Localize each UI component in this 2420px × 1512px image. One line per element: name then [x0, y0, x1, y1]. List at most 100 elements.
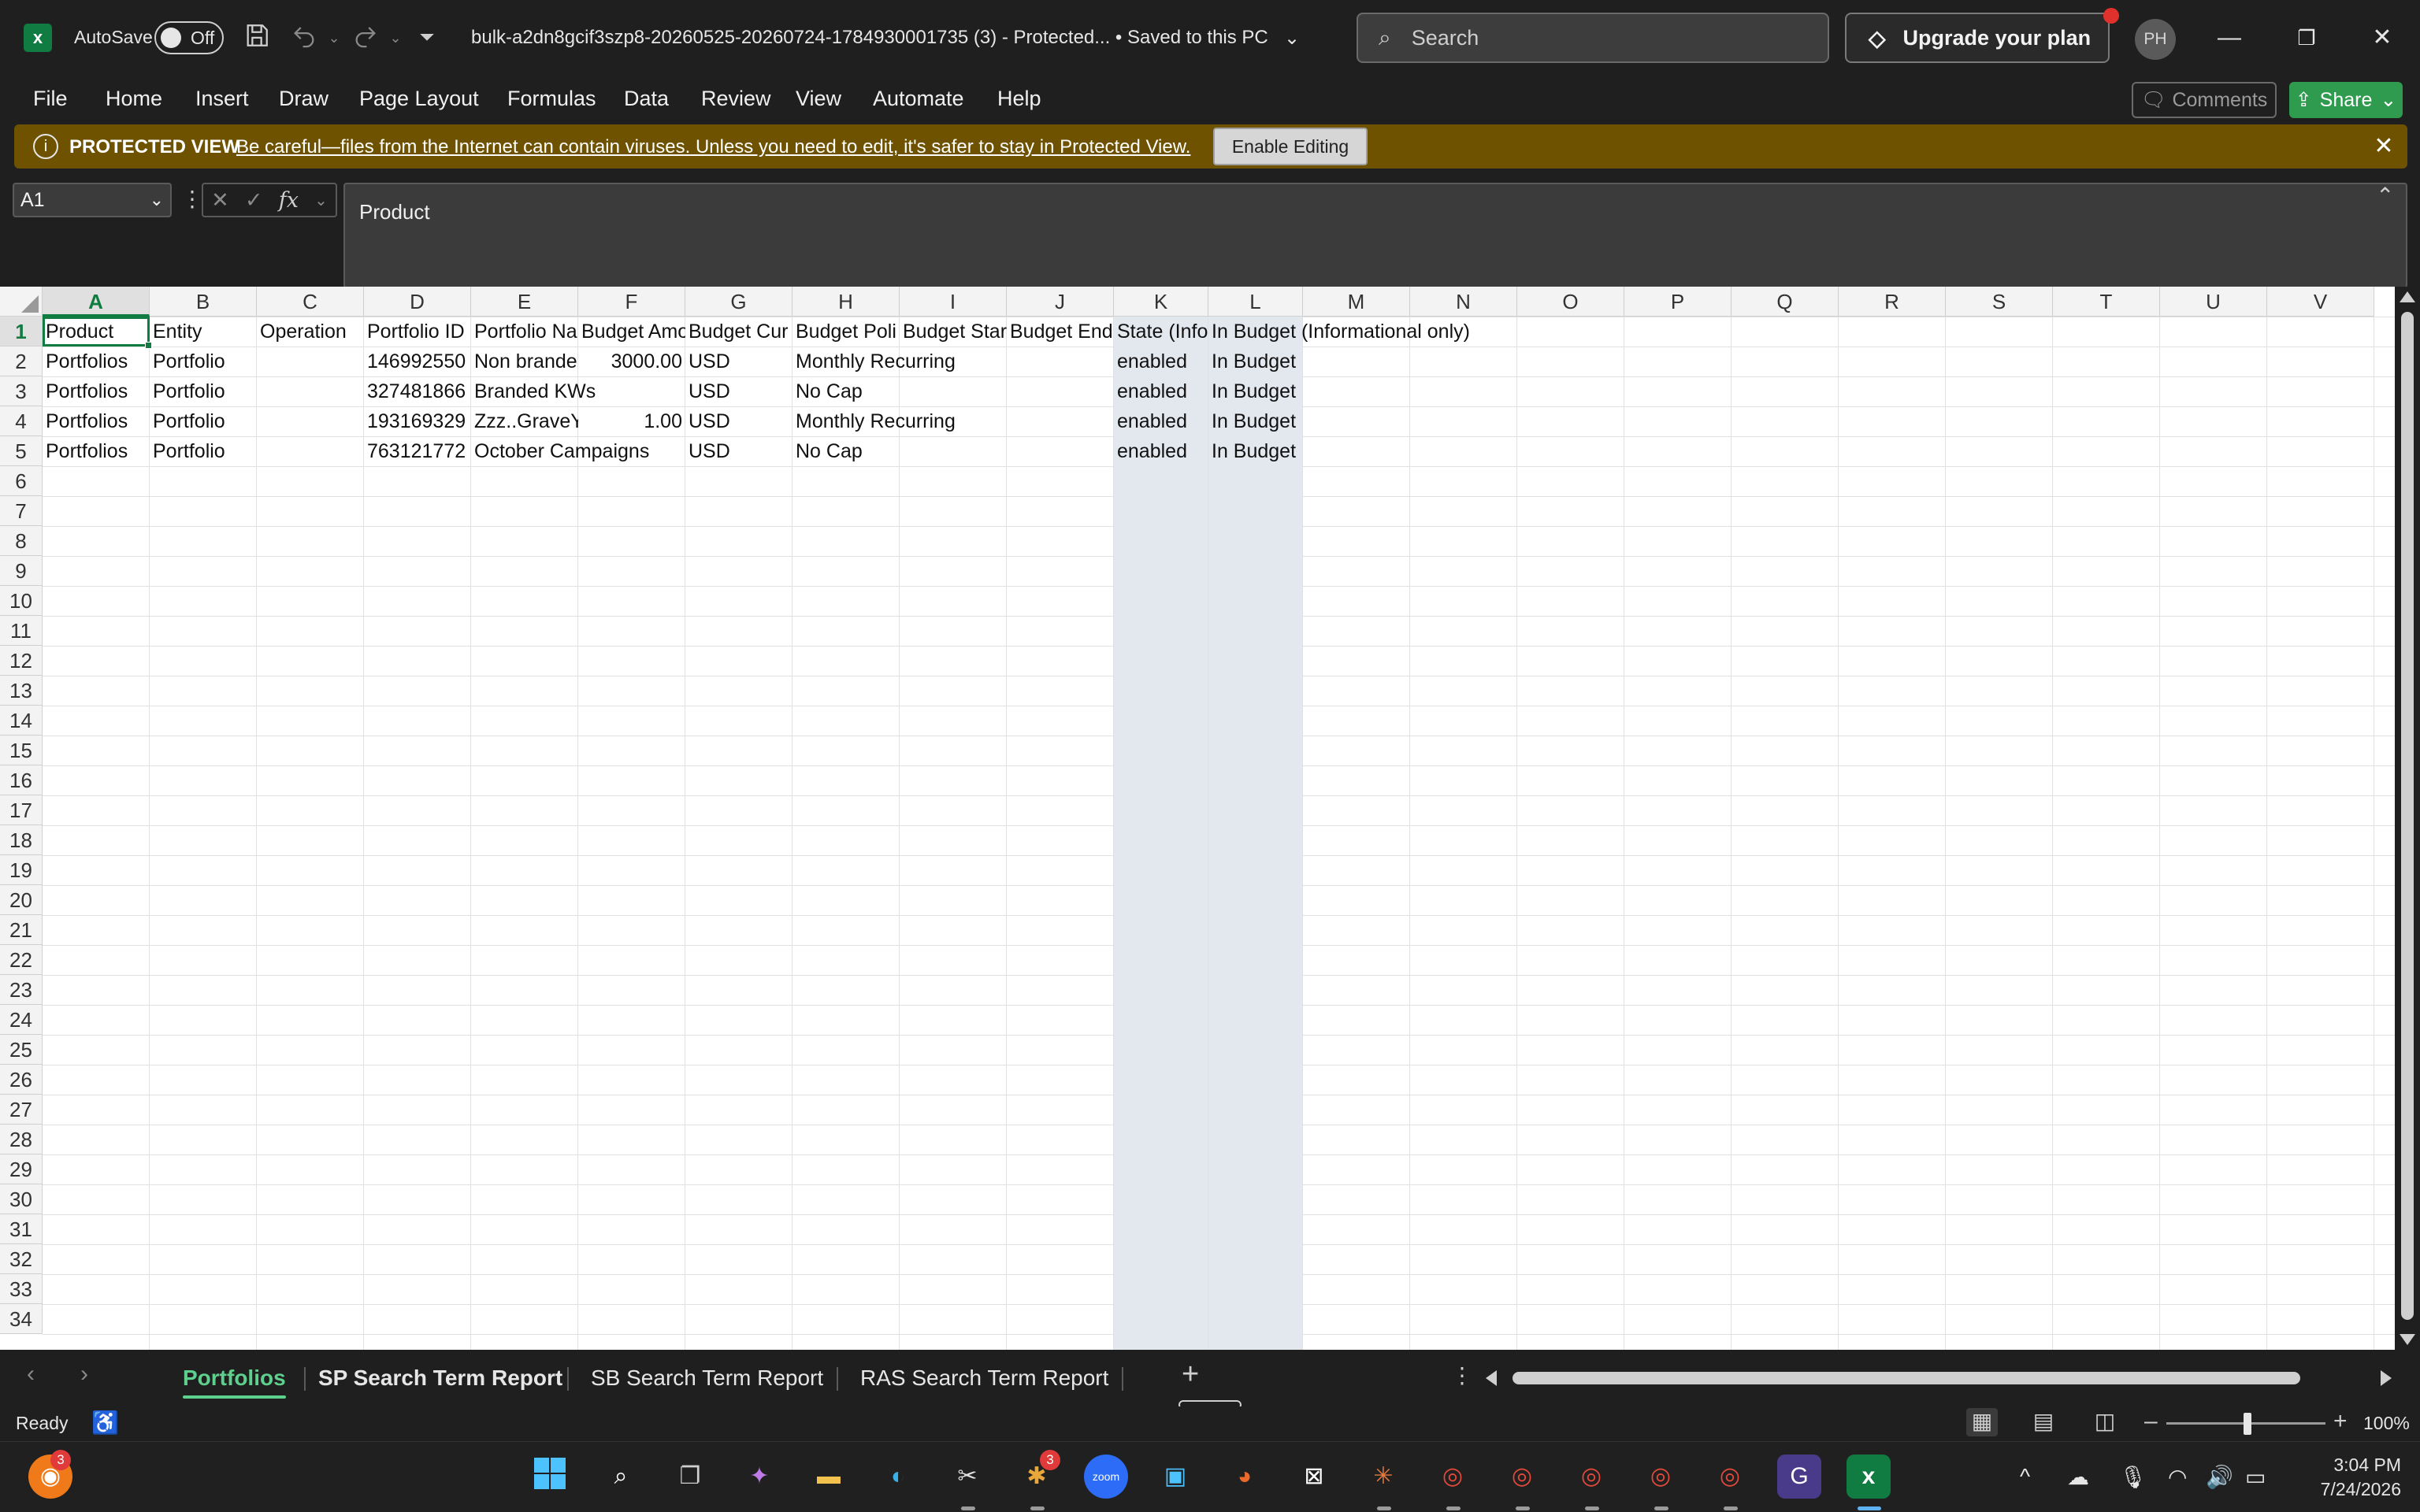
- data-cell[interactable]: 327481866: [364, 376, 471, 406]
- undo-icon[interactable]: [288, 22, 320, 54]
- start-icon[interactable]: [528, 1455, 572, 1499]
- battery-icon[interactable]: ▭: [2245, 1464, 2266, 1490]
- customize-toolbar-icon[interactable]: ⏷: [411, 22, 443, 54]
- tab-review[interactable]: Review: [701, 87, 771, 111]
- header-cell[interactable]: Budget Star: [900, 317, 1007, 346]
- header-cell[interactable]: Operation: [257, 317, 364, 346]
- normal-view-icon[interactable]: ▦: [1966, 1408, 1998, 1436]
- zoom-level[interactable]: 100%: [2363, 1413, 2410, 1434]
- data-cell[interactable]: enabled: [1114, 346, 1208, 376]
- data-cell[interactable]: USD: [685, 406, 792, 436]
- column-header-s[interactable]: S: [1946, 287, 2053, 317]
- scroll-down-icon[interactable]: [2400, 1334, 2415, 1345]
- data-cell[interactable]: 763121772: [364, 436, 471, 466]
- data-cell[interactable]: Zzz..GraveY: [471, 406, 578, 436]
- column-header-k[interactable]: K: [1114, 287, 1208, 317]
- data-cell[interactable]: Portfolios: [43, 376, 150, 406]
- data-cell[interactable]: Portfolio: [150, 406, 257, 436]
- column-header-p[interactable]: P: [1624, 287, 1731, 317]
- header-cell[interactable]: Portfolio ID: [364, 317, 471, 346]
- data-cell[interactable]: USD: [685, 346, 792, 376]
- task-view-icon[interactable]: ❐: [668, 1455, 712, 1499]
- search-input[interactable]: ⌕ Search: [1357, 13, 1829, 63]
- data-cell[interactable]: USD: [685, 376, 792, 406]
- header-cell[interactable]: Budget Amo: [578, 317, 685, 346]
- document-title[interactable]: bulk-a2dn8gcif3szp8-20260525-20260724-17…: [471, 27, 1268, 49]
- onedrive-icon[interactable]: ☁: [2067, 1464, 2089, 1490]
- store-icon[interactable]: ▣: [1153, 1455, 1197, 1499]
- column-header-e[interactable]: E: [471, 287, 578, 317]
- row-header-26[interactable]: 26: [0, 1065, 43, 1095]
- data-cell[interactable]: 3000.00: [578, 346, 685, 376]
- data-cell[interactable]: 1.00: [578, 406, 685, 436]
- chevron-down-icon[interactable]: ⌄: [314, 191, 328, 210]
- restore-icon[interactable]: ❐: [2283, 17, 2330, 58]
- tab-page-layout[interactable]: Page Layout: [359, 87, 479, 111]
- scroll-right-icon[interactable]: [2381, 1370, 2392, 1386]
- select-all-button[interactable]: [0, 287, 43, 317]
- horizontal-scrollbar[interactable]: [1486, 1366, 2392, 1391]
- excel-icon[interactable]: x: [1847, 1455, 1891, 1499]
- comments-button[interactable]: 🗨 Comments: [2132, 82, 2277, 118]
- column-header-v[interactable]: V: [2267, 287, 2374, 317]
- tab-data[interactable]: Data: [624, 87, 669, 111]
- row-header-23[interactable]: 23: [0, 975, 43, 1005]
- column-header-l[interactable]: L: [1208, 287, 1303, 317]
- data-cell[interactable]: Portfolios: [43, 346, 150, 376]
- clock[interactable]: 3:04 PM 7/24/2026: [2299, 1453, 2401, 1502]
- copilot-icon[interactable]: ✦: [737, 1455, 781, 1499]
- column-header-q[interactable]: Q: [1731, 287, 1839, 317]
- microphone-icon[interactable]: 🎙: [2119, 1464, 2147, 1490]
- enter-check-icon[interactable]: ✓: [245, 188, 263, 213]
- header-cell[interactable]: In Budget (Informational only): [1208, 317, 1470, 346]
- header-cell[interactable]: Budget Cur: [685, 317, 792, 346]
- row-header-8[interactable]: 8: [0, 526, 43, 556]
- chrome-profile-icon[interactable]: ◎: [1500, 1455, 1544, 1499]
- chevron-down-icon[interactable]: ⌄: [1284, 27, 1300, 50]
- data-cell[interactable]: USD: [685, 436, 792, 466]
- share-button[interactable]: ⇪ Share ⌄: [2289, 82, 2403, 118]
- column-header-j[interactable]: J: [1007, 287, 1114, 317]
- data-cell[interactable]: 193169329: [364, 406, 471, 436]
- more-sheets-icon[interactable]: ⋮: [1451, 1362, 1473, 1388]
- column-header-a[interactable]: A: [43, 287, 150, 317]
- more-options-icon[interactable]: ⋮: [181, 186, 203, 212]
- row-header-34[interactable]: 34: [0, 1304, 43, 1334]
- row-header-2[interactable]: 2: [0, 346, 43, 376]
- row-header-29[interactable]: 29: [0, 1154, 43, 1184]
- zoom-in-icon[interactable]: +: [2333, 1408, 2348, 1435]
- row-header-7[interactable]: 7: [0, 496, 43, 526]
- horizontal-scroll-thumb[interactable]: [1512, 1372, 2300, 1384]
- data-cell[interactable]: No Cap: [792, 436, 900, 466]
- tab-home[interactable]: Home: [106, 87, 162, 111]
- column-header-n[interactable]: N: [1410, 287, 1517, 317]
- data-cell[interactable]: enabled: [1114, 406, 1208, 436]
- row-header-5[interactable]: 5: [0, 436, 43, 466]
- row-header-33[interactable]: 33: [0, 1274, 43, 1304]
- zoom-icon[interactable]: zoom: [1084, 1455, 1128, 1499]
- row-header-27[interactable]: 27: [0, 1095, 43, 1125]
- sheet-tab-sb-search-term-report[interactable]: SB Search Term Report: [591, 1359, 823, 1397]
- spreadsheet-grid[interactable]: A B C D E F G H I J K L M N O P Q R S T U V 1 2 3 4 5 6 7 8 9 10 11 12 13 1…: [0, 287, 2395, 1350]
- data-cell[interactable]: No Cap: [792, 376, 900, 406]
- chrome-profile-icon[interactable]: ◎: [1639, 1455, 1683, 1499]
- column-header-f[interactable]: F: [578, 287, 685, 317]
- data-cell[interactable]: 146992550: [364, 346, 471, 376]
- accessibility-icon[interactable]: ♿: [91, 1410, 119, 1436]
- data-cell[interactable]: Portfolio: [150, 346, 257, 376]
- chrome-icon[interactable]: ◎: [1431, 1455, 1475, 1499]
- header-cell[interactable]: Portfolio Na: [471, 317, 578, 346]
- header-cell[interactable]: State (Info: [1114, 317, 1208, 346]
- page-break-view-icon[interactable]: ◫: [2089, 1408, 2121, 1436]
- scroll-up-icon[interactable]: [2400, 291, 2415, 302]
- zoom-slider-knob[interactable]: [2244, 1413, 2251, 1435]
- row-header-17[interactable]: 17: [0, 795, 43, 825]
- column-header-b[interactable]: B: [150, 287, 257, 317]
- data-cell[interactable]: In Budget: [1208, 376, 1303, 406]
- fill-handle[interactable]: [145, 342, 152, 349]
- chrome-profile-icon[interactable]: ◎: [1569, 1455, 1613, 1499]
- collapse-formula-bar-icon[interactable]: ⌃: [2376, 183, 2394, 209]
- insert-function-icon[interactable]: fx: [279, 188, 299, 213]
- sheet-tab-ras-search-term-report[interactable]: RAS Search Term Report: [860, 1359, 1108, 1397]
- row-header-16[interactable]: 16: [0, 765, 43, 795]
